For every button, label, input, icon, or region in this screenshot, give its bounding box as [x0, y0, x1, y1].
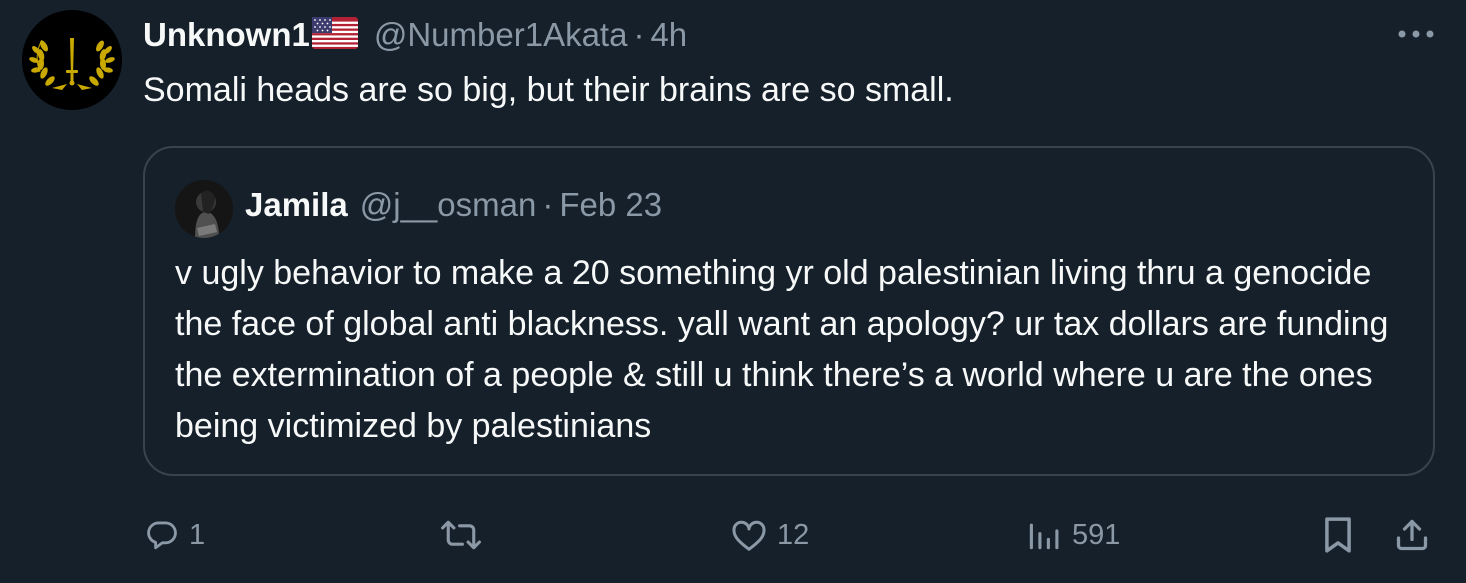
share-button[interactable]	[1394, 513, 1430, 557]
like-count: 12	[777, 518, 810, 551]
more-horizontal-icon[interactable]	[1396, 22, 1436, 46]
views-count: 591	[1072, 518, 1121, 551]
views-button[interactable]: 591	[1026, 513, 1120, 557]
quoted-tweet-timestamp[interactable]: Feb 23	[559, 186, 662, 224]
quoted-author-display-name[interactable]: Jamila	[245, 186, 348, 224]
tweet-actions: 1 12 591	[0, 505, 1466, 565]
heart-icon	[731, 518, 767, 552]
quoted-header-separator: ·	[542, 186, 554, 223]
quoted-author-avatar[interactable]	[175, 180, 233, 238]
views-icon	[1026, 518, 1062, 552]
reply-count: 1	[189, 518, 206, 551]
quoted-tweet-text: v ugly behavior to make a 20 something y…	[175, 254, 1389, 445]
quoted-tweet-header: Jamila @j__osman · Feb 23	[245, 182, 662, 228]
laurel-dagger-logo	[22, 10, 122, 110]
share-icon	[1394, 516, 1430, 554]
quoted-author-handle[interactable]: @j__osman	[360, 186, 537, 224]
tweet-text: Somali heads are so big, but their brain…	[143, 71, 954, 109]
quoted-tweet[interactable]: Jamila @j__osman · Feb 23 v ugly behavio…	[143, 146, 1435, 476]
author-handle[interactable]: @Number1Akata	[374, 16, 628, 54]
retweet-icon	[438, 518, 484, 552]
reply-button[interactable]: 1	[145, 513, 205, 557]
tweet-header: Unknown1 @Number1Akata · 4h	[143, 12, 687, 58]
us-flag-icon	[311, 16, 358, 54]
retweet-button[interactable]	[438, 513, 494, 557]
tweet[interactable]: Unknown1 @Number1Akata · 4h Somali heads…	[0, 0, 1466, 583]
author-display-name[interactable]: Unknown1	[143, 16, 310, 54]
like-button[interactable]: 12	[731, 513, 809, 557]
header-separator: ·	[633, 16, 645, 53]
tweet-timestamp[interactable]: 4h	[650, 16, 687, 54]
reply-icon	[145, 518, 179, 552]
bookmark-icon	[1322, 516, 1354, 554]
bookmark-button[interactable]	[1322, 513, 1354, 557]
author-avatar[interactable]	[22, 10, 122, 110]
